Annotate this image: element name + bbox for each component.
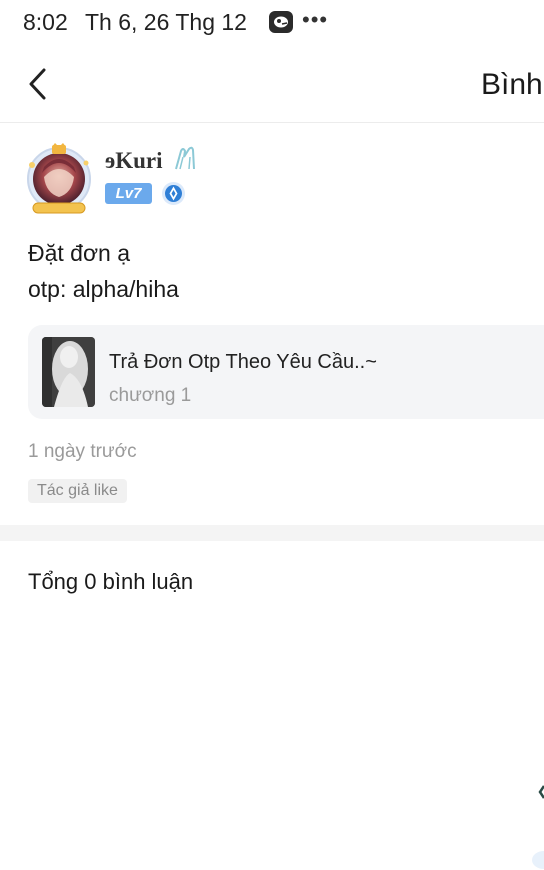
chevron-left-icon bbox=[29, 68, 46, 100]
back-button[interactable] bbox=[22, 64, 56, 104]
post-text-line: Đặt đơn ạ bbox=[28, 240, 131, 266]
ribbon-icon bbox=[175, 146, 195, 170]
section-divider bbox=[0, 525, 544, 541]
comments-count: Tổng 0 bình luận bbox=[28, 569, 194, 594]
avatar[interactable] bbox=[24, 143, 94, 215]
diamond-badge-icon bbox=[162, 182, 185, 205]
top-bar: Bình bbox=[0, 46, 544, 123]
status-date: Th 6, 26 Thg 12 bbox=[85, 9, 247, 35]
page-title: Bình bbox=[481, 68, 543, 101]
story-title: Trả Đơn Otp Theo Yêu Cầu..~ bbox=[109, 351, 377, 373]
floating-action-icon[interactable] bbox=[530, 782, 544, 870]
app-notification-icon bbox=[269, 11, 293, 33]
story-cover-image bbox=[42, 337, 95, 407]
status-time: 8:02 bbox=[23, 9, 68, 35]
post-text-line: otp: alpha/hiha bbox=[28, 276, 179, 302]
story-card[interactable]: Trả Đơn Otp Theo Yêu Cầu..~ chương 1 bbox=[28, 325, 544, 419]
post-timestamp: 1 ngày trước bbox=[28, 441, 137, 462]
story-chapter: chương 1 bbox=[109, 385, 192, 406]
author-like-tag: Tác giả like bbox=[28, 479, 127, 503]
username[interactable]: ɘKuri bbox=[105, 148, 163, 174]
status-bar: 8:02 Th 6, 26 Thg 12 ••• bbox=[0, 0, 544, 46]
level-badge: Lv7 bbox=[105, 183, 152, 204]
more-dots-icon: ••• bbox=[302, 7, 329, 32]
